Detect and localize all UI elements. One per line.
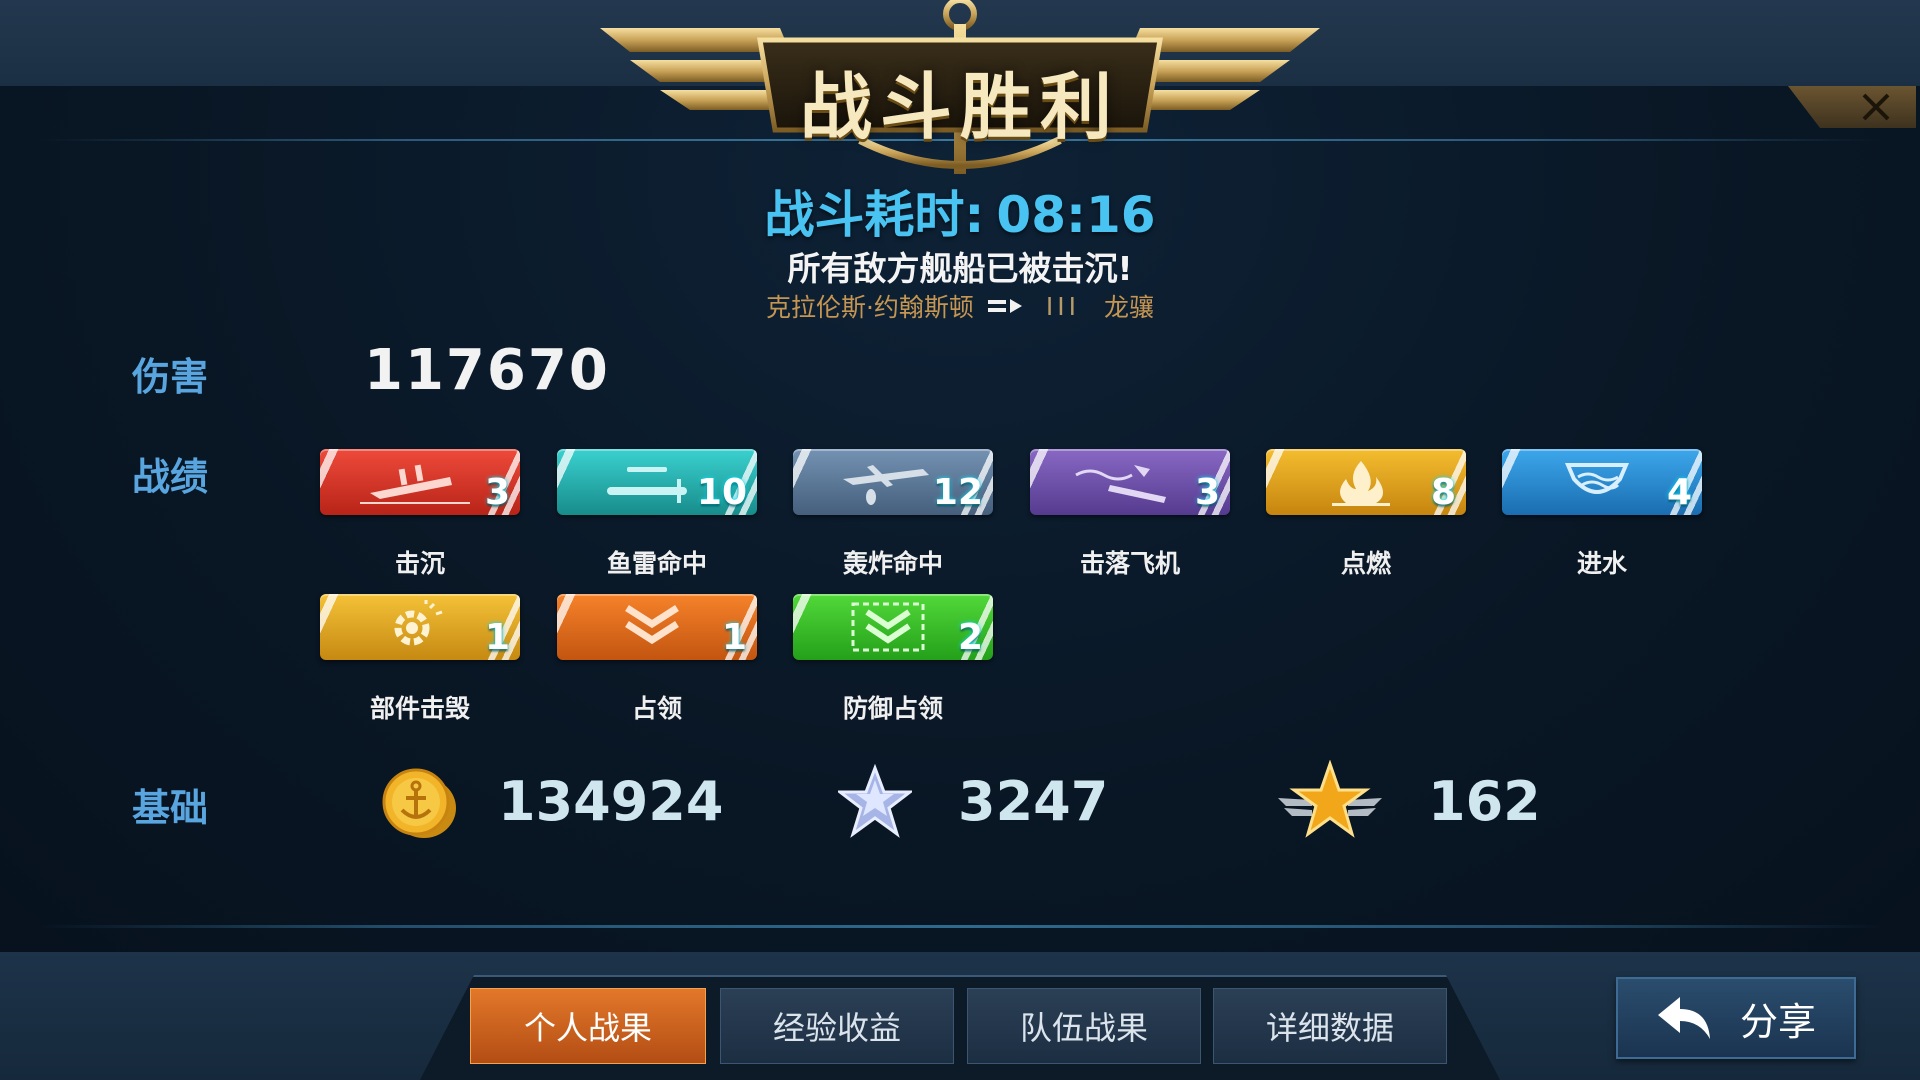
ship-class: 龙骧 bbox=[1104, 293, 1155, 322]
victory-title: 战斗胜利 bbox=[799, 65, 1120, 149]
badge-capture: 1 bbox=[557, 594, 757, 660]
tab-detailed-data[interactable]: 详细数据 bbox=[1213, 988, 1447, 1064]
silver-star-icon bbox=[838, 764, 912, 838]
badge-module: 1 bbox=[320, 594, 520, 660]
panel-divider-bottom bbox=[40, 925, 1880, 928]
bomber-icon bbox=[843, 465, 929, 505]
tab-personal-result[interactable]: 个人战果 bbox=[470, 988, 706, 1064]
record-label: 战绩 bbox=[132, 455, 209, 499]
fire-icon bbox=[1332, 461, 1390, 506]
badge-module-label: 部件击毁 bbox=[369, 694, 470, 723]
coins-value: 134924 bbox=[498, 770, 724, 833]
badge-capture-label: 占领 bbox=[631, 694, 682, 723]
gold-winged-star-icon bbox=[1278, 760, 1382, 838]
battle-duration-label: 战斗耗时: bbox=[764, 186, 985, 244]
badge-torpedo-count: 10 bbox=[696, 472, 747, 513]
badge-sink-label: 击沉 bbox=[394, 549, 445, 578]
badge-torpedo: 10 bbox=[557, 449, 757, 515]
share-back-arrow-icon bbox=[1657, 997, 1710, 1039]
badge-fire-label: 点燃 bbox=[1340, 549, 1391, 578]
gear-destroyed-icon bbox=[394, 600, 443, 646]
badge-fire-count: 8 bbox=[1430, 472, 1456, 513]
battle-duration: 战斗耗时: 08:16 bbox=[0, 175, 1920, 247]
plane-shotdown-icon bbox=[1075, 465, 1166, 503]
commander-exp-value: 162 bbox=[1428, 770, 1541, 833]
badge-bomb: 12 bbox=[793, 449, 993, 515]
ship-tier: III bbox=[1045, 291, 1081, 321]
tab-team-result[interactable]: 队伍战果 bbox=[967, 988, 1201, 1064]
tab-exp-earnings[interactable]: 经验收益 bbox=[720, 988, 954, 1064]
share-label: 分享 bbox=[1739, 999, 1816, 1044]
defend-capture-icon bbox=[851, 602, 925, 652]
anchor-coin-icon bbox=[382, 768, 456, 838]
ship-info: 克拉伦斯·约翰斯顿 III 龙骧 bbox=[0, 288, 1920, 324]
badge-capture-count: 1 bbox=[721, 617, 747, 658]
badge-shotdown: 3 bbox=[1030, 449, 1230, 515]
badge-defend-label: 防御占领 bbox=[842, 694, 943, 723]
share-button[interactable]: 分享 bbox=[1616, 977, 1856, 1059]
badge-fire: 8 bbox=[1266, 449, 1466, 515]
badge-sink: 3 bbox=[320, 449, 520, 515]
badge-defend-count: 2 bbox=[957, 617, 983, 658]
badge-sink-count: 3 bbox=[484, 472, 510, 513]
damage-label: 伤害 bbox=[132, 355, 209, 399]
badge-module-count: 1 bbox=[484, 617, 510, 658]
torpedo-icon bbox=[607, 467, 687, 503]
badge-flood-count: 4 bbox=[1666, 472, 1692, 513]
exp-value: 3247 bbox=[958, 770, 1109, 833]
ship-sink-icon bbox=[360, 464, 470, 504]
close-icon bbox=[1862, 93, 1890, 121]
badge-bomb-count: 12 bbox=[932, 472, 983, 513]
badge-torpedo-label: 鱼雷命中 bbox=[606, 549, 707, 578]
badge-bomb-label: 轰炸命中 bbox=[842, 549, 943, 578]
badge-defend: 2 bbox=[793, 594, 993, 660]
badge-flood: 4 bbox=[1502, 449, 1702, 515]
victory-emblem: 战斗胜利 bbox=[590, 0, 1330, 180]
badge-shotdown-count: 3 bbox=[1194, 472, 1220, 513]
base-label: 基础 bbox=[132, 786, 209, 830]
ship-name: 克拉伦斯·约翰斯顿 bbox=[765, 293, 974, 322]
result-message: 所有敌方舰船已被击沉! bbox=[787, 249, 1133, 288]
battle-duration-value: 08:16 bbox=[996, 186, 1156, 244]
badge-shotdown-label: 击落飞机 bbox=[1079, 549, 1180, 578]
capture-chevron-icon bbox=[625, 605, 679, 645]
flooding-icon bbox=[1564, 463, 1630, 494]
damage-value: 117670 bbox=[364, 338, 610, 403]
badge-flood-label: 进水 bbox=[1576, 549, 1627, 578]
arrow-right-icon bbox=[987, 299, 1022, 313]
